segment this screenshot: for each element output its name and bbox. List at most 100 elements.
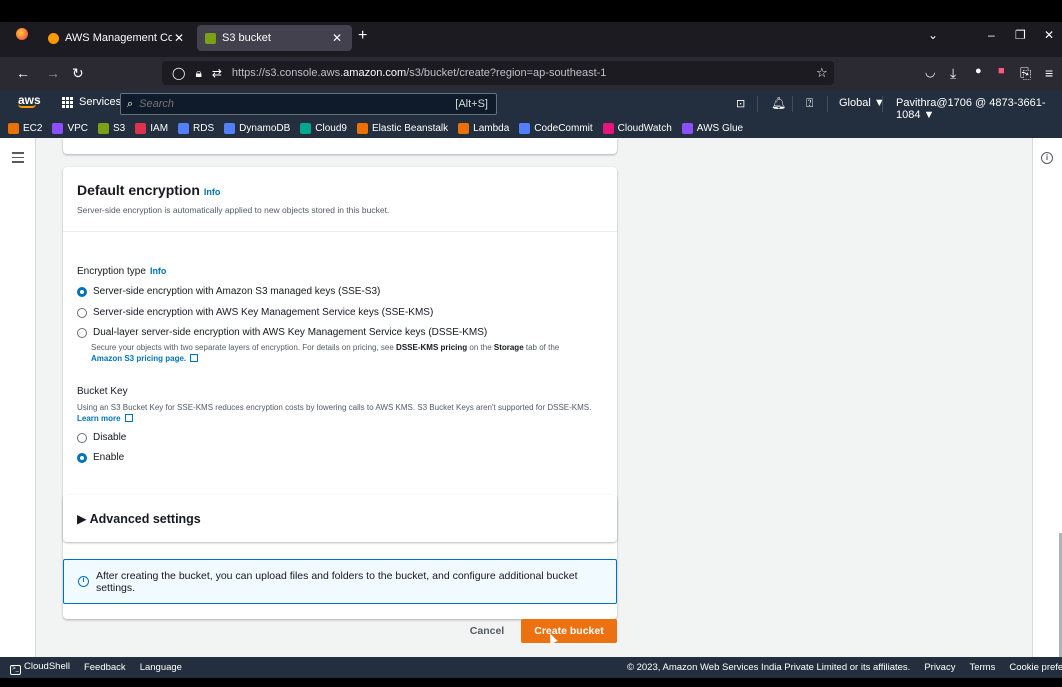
help-icon[interactable]: ⍰ (806, 96, 813, 111)
tab-aws-console[interactable]: AWS Management Console ✕ (40, 25, 194, 51)
favorite-elastic-beanstalk[interactable]: Elastic Beanstalk (357, 122, 449, 134)
note-text: tab of the (523, 343, 560, 352)
menu-icon[interactable]: ≡ (1045, 65, 1053, 81)
advanced-settings-toggle[interactable]: ▶ Advanced settings (77, 511, 201, 526)
extension-icon[interactable]: ● (975, 65, 982, 77)
aws-logo[interactable]: aws (18, 93, 41, 108)
divider (827, 96, 828, 112)
url-text[interactable]: https://s3.console.aws.amazon.com/s3/buc… (232, 67, 607, 79)
list-tabs-icon[interactable]: ⌄ (928, 28, 938, 42)
cloudshell-icon[interactable]: ⊡ (736, 97, 745, 110)
info-panel-icon[interactable]: i (1041, 152, 1053, 164)
cancel-button[interactable]: Cancel (462, 620, 512, 642)
radio-unselected-icon[interactable] (77, 307, 87, 318)
favorite-dynamodb[interactable]: DynamoDB (224, 122, 290, 134)
new-tab-icon[interactable]: + (358, 27, 367, 45)
iam-service-icon (135, 122, 147, 134)
permissions-icon[interactable]: ⇄ (212, 66, 222, 80)
radio-label: Enable (93, 452, 125, 463)
rds-service-icon (178, 122, 190, 134)
forward-icon[interactable]: → (46, 65, 60, 81)
learn-more-link[interactable]: Learn more (77, 414, 121, 423)
radio-sse-s3[interactable]: Server-side encryption with Amazon S3 ma… (77, 286, 380, 297)
language-link[interactable]: Language (140, 662, 182, 673)
minimize-icon[interactable]: – (988, 28, 995, 42)
favorite-codecommit[interactable]: CodeCommit (519, 122, 593, 134)
note-text: on the (467, 343, 494, 352)
radio-unselected-icon[interactable] (77, 327, 87, 338)
search-shortcut-hint: [Alt+S] (455, 98, 488, 110)
top-black-bar (0, 0, 1062, 22)
ublock-icon[interactable]: ■ (998, 65, 1005, 77)
favorite-aws-glue[interactable]: AWS Glue (681, 122, 743, 134)
favorite-label: IAM (150, 122, 169, 134)
close-icon[interactable]: ✕ (172, 31, 186, 45)
pocket-icon[interactable]: ◡ (925, 65, 935, 79)
copyright-text: © 2023, Amazon Web Services India Privat… (626, 662, 911, 673)
cookie-preferences-link[interactable]: Cookie preferences (1009, 662, 1062, 673)
region-selector[interactable]: Global ▼ (839, 97, 885, 109)
favorite-lambda[interactable]: Lambda (458, 122, 509, 134)
radio-dsse-kms[interactable]: Dual-layer server-side encryption with A… (77, 327, 487, 338)
radio-unselected-icon[interactable] (77, 432, 87, 443)
favorite-label: EC2 (23, 122, 43, 134)
favorite-s3[interactable]: S3 (98, 122, 125, 134)
favorite-label: CloudWatch (617, 122, 672, 134)
window-close-icon[interactable]: ✕ (1044, 28, 1054, 42)
previous-section-card (63, 138, 617, 154)
s3-pricing-link[interactable]: Amazon S3 pricing page. (91, 354, 186, 363)
terms-link[interactable]: Terms (969, 662, 995, 673)
cloudshell-link[interactable]: >_ CloudShell (10, 661, 70, 675)
favorite-iam[interactable]: IAM (135, 122, 169, 134)
radio-bucket-key-disable[interactable]: Disable (77, 432, 126, 443)
favorite-cloudwatch[interactable]: CloudWatch (602, 122, 672, 134)
extensions-icon[interactable]: ⎘ (1020, 65, 1031, 82)
reload-icon[interactable]: ↻ (72, 65, 84, 82)
radio-label: Server-side encryption with Amazon S3 ma… (93, 286, 381, 297)
radio-selected-icon[interactable] (77, 286, 87, 297)
s3-service-icon (98, 122, 110, 134)
aws-search[interactable]: ⌕ [Alt+S] (120, 93, 497, 115)
elastic-beanstalk-service-icon (357, 122, 368, 134)
advanced-settings-card[interactable]: ▶ Advanced settings (63, 495, 617, 542)
favorites-bar: EC2 VPC S3 IAM RDS DynamoDB Cloud9 Elastic Bean… (0, 118, 1062, 138)
divider (882, 96, 883, 112)
note-bold: DSSE-KMS pricing (396, 343, 468, 352)
tab-s3-bucket[interactable]: S3 bucket ✕ (197, 25, 352, 51)
info-link[interactable]: Info (150, 266, 167, 276)
close-icon[interactable]: ✕ (330, 31, 344, 45)
lock-icon[interactable]: 🔒︎ (195, 66, 201, 81)
hamburger-menu-icon[interactable] (12, 152, 24, 166)
favorite-cloud9[interactable]: Cloud9 (300, 122, 347, 134)
alert-text: After creating the bucket, you can uploa… (95, 569, 578, 594)
firefox-icon[interactable] (16, 28, 28, 40)
favorite-vpc[interactable]: VPC (52, 122, 88, 134)
url-domain: https://s3.console.aws. (231, 67, 344, 79)
tracking-shield-icon[interactable]: ◯ (172, 66, 185, 80)
services-menu[interactable]: Services (62, 96, 121, 108)
create-bucket-button[interactable]: Create bucket (521, 619, 617, 643)
note-text: Secure your objects with two separate la… (91, 343, 397, 352)
restore-icon[interactable]: ❐ (1015, 28, 1026, 42)
privacy-link[interactable]: Privacy (924, 662, 955, 673)
url-bar[interactable]: ◯ 🔒︎ ⇄ https://s3.console.aws.amazon.com… (162, 61, 834, 85)
dynamodb-service-icon (224, 122, 236, 134)
notifications-bell-icon[interactable]: 🔔︎ (771, 96, 786, 110)
browser-tab-bar: AWS Management Console ✕ S3 bucket ✕ + ⌄… (0, 0, 1062, 57)
info-link[interactable]: Info (204, 187, 221, 197)
back-icon[interactable]: ← (16, 65, 30, 81)
favorite-rds[interactable]: RDS (178, 122, 214, 134)
browser-nav-bar: ← → ↻ ◯ 🔒︎ ⇄ https://s3.console.aws.amaz… (0, 57, 1062, 90)
bookmark-star-icon[interactable]: ☆ (816, 65, 828, 81)
card-header: Default encryption Info Server-side encry… (63, 167, 617, 232)
favorite-label: Elastic Beanstalk (372, 122, 449, 134)
encryption-type-text: Encryption type (77, 266, 146, 277)
search-input[interactable] (133, 98, 456, 110)
radio-bucket-key-enable[interactable]: Enable (77, 452, 124, 463)
downloads-icon[interactable]: ⤓ (950, 65, 956, 82)
feedback-link[interactable]: Feedback (84, 662, 126, 673)
favorite-ec2[interactable]: EC2 (8, 122, 43, 134)
radio-sse-kms[interactable]: Server-side encryption with AWS Key Mana… (77, 307, 433, 318)
favorite-label: Cloud9 (315, 122, 347, 134)
radio-selected-icon[interactable] (77, 452, 87, 463)
